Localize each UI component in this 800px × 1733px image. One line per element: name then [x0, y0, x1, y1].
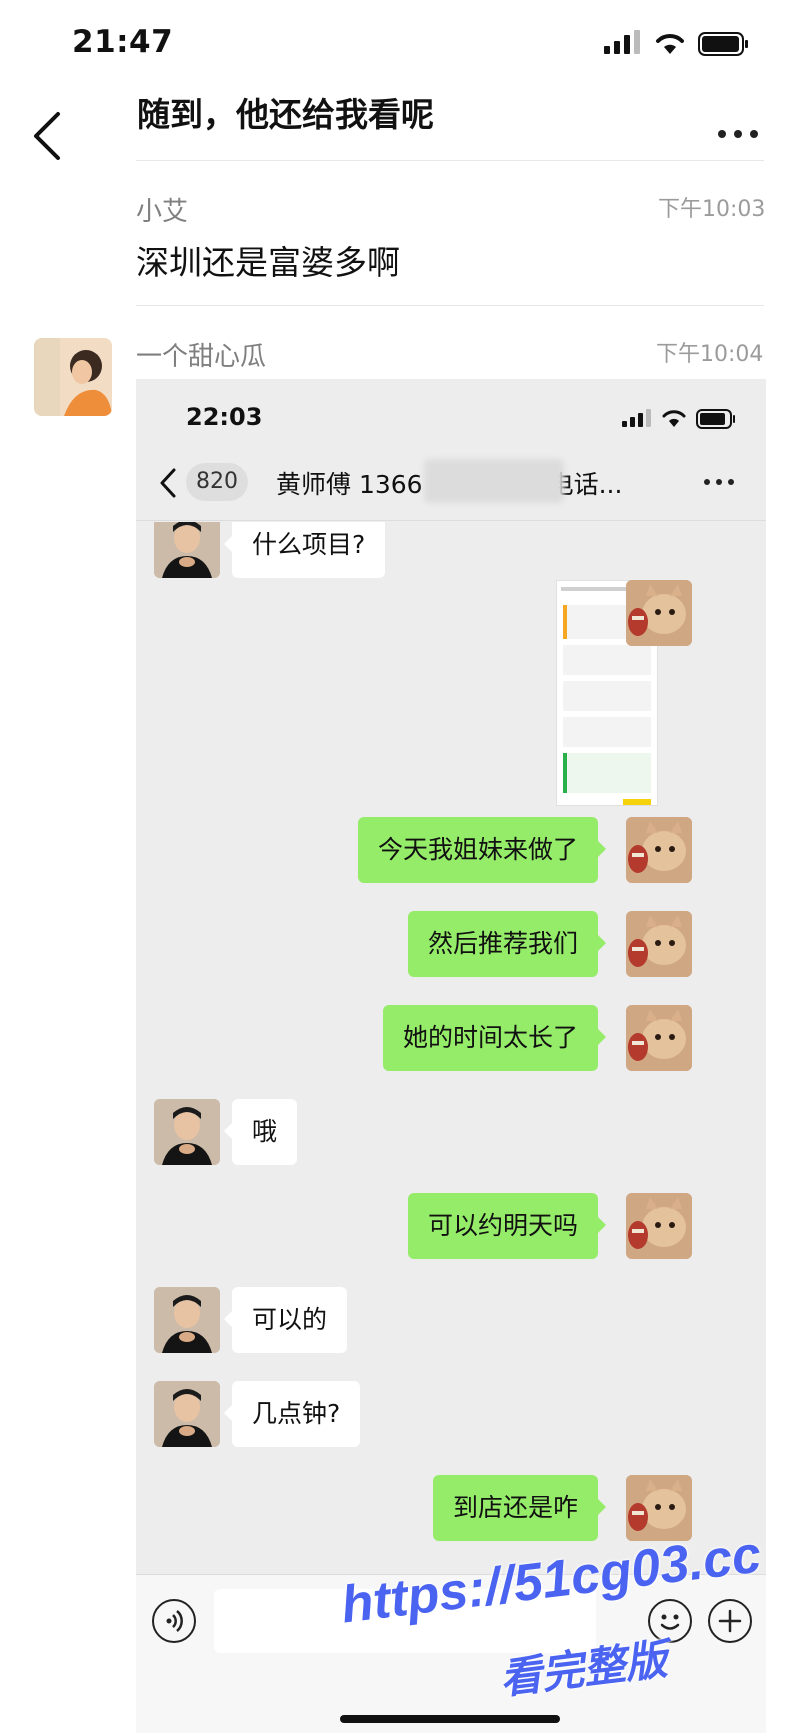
- chat-bubble: 什么项目?: [223, 522, 386, 578]
- message-screenshot-image[interactable]: 22:03 820 黄师傅 1366 电话... 什么项目? 今天我姐妹来做了 …: [136, 379, 766, 1733]
- status-bar: 21:47: [0, 0, 800, 88]
- chevron-left-icon: [160, 468, 176, 498]
- screenshot-status-bar: 22:03: [136, 379, 766, 445]
- screenshot-chat-area: 什么项目? 今天我姐妹来做了 然后推荐我们 她的时间太长了 哦 可以约明天吗 可: [136, 522, 766, 1574]
- status-time: 21:47: [72, 24, 174, 60]
- contact-avatar: [154, 1099, 220, 1165]
- home-indicator: [340, 1715, 560, 1723]
- chat-bubble: 可以约明天吗: [407, 1193, 607, 1259]
- signal-icon: [622, 409, 651, 427]
- self-avatar: [626, 817, 692, 883]
- contact-avatar: [154, 522, 220, 578]
- voice-icon: [152, 1599, 196, 1643]
- self-avatar: [626, 1193, 692, 1259]
- message-sender: 一个甜心瓜: [136, 342, 267, 372]
- message-sender: 小艾: [136, 197, 189, 227]
- plus-icon: [708, 1599, 752, 1643]
- contact-avatar: [154, 1381, 220, 1447]
- chat-bubble: 几点钟?: [223, 1381, 361, 1447]
- screenshot-status-time: 22:03: [186, 403, 263, 431]
- contact-avatar: [154, 1287, 220, 1353]
- unread-count-badge: 820: [186, 463, 248, 501]
- blurred-phone-number: [424, 459, 564, 503]
- avatar-image-icon: [34, 338, 112, 416]
- signal-icon: [604, 30, 640, 54]
- self-avatar: [626, 1005, 692, 1071]
- header-divider: [136, 160, 764, 161]
- message-time: 下午10:04: [656, 342, 764, 367]
- self-avatar: [626, 580, 692, 646]
- self-avatar: [626, 911, 692, 977]
- back-button[interactable]: [28, 108, 68, 164]
- chat-bubble: 她的时间太长了: [382, 1005, 607, 1071]
- more-icon: [704, 479, 738, 489]
- chat-bubble: 到店还是咋: [432, 1475, 607, 1541]
- screenshot-title-prefix: 黄师傅 1366: [276, 470, 423, 499]
- message-text: 深圳还是富婆多啊: [136, 243, 400, 282]
- self-avatar: [626, 1475, 692, 1541]
- chat-bubble: 可以的: [223, 1287, 348, 1353]
- battery-icon: [698, 32, 748, 56]
- screenshot-chat-header: 820 黄师傅 1366 电话...: [136, 445, 766, 521]
- avatar[interactable]: [34, 338, 112, 416]
- more-options-button[interactable]: [716, 124, 760, 144]
- chat-bubble: 哦: [223, 1099, 298, 1165]
- wifi-icon: [662, 410, 686, 427]
- chat-bubble: 今天我姐妹来做了: [357, 817, 607, 883]
- page-title: 随到，他还给我看呢: [137, 95, 434, 134]
- message-time: 下午10:03: [658, 197, 766, 222]
- message-divider: [136, 305, 764, 306]
- wifi-icon: [656, 34, 684, 54]
- chat-bubble: 然后推荐我们: [407, 911, 607, 977]
- battery-icon: [696, 409, 735, 429]
